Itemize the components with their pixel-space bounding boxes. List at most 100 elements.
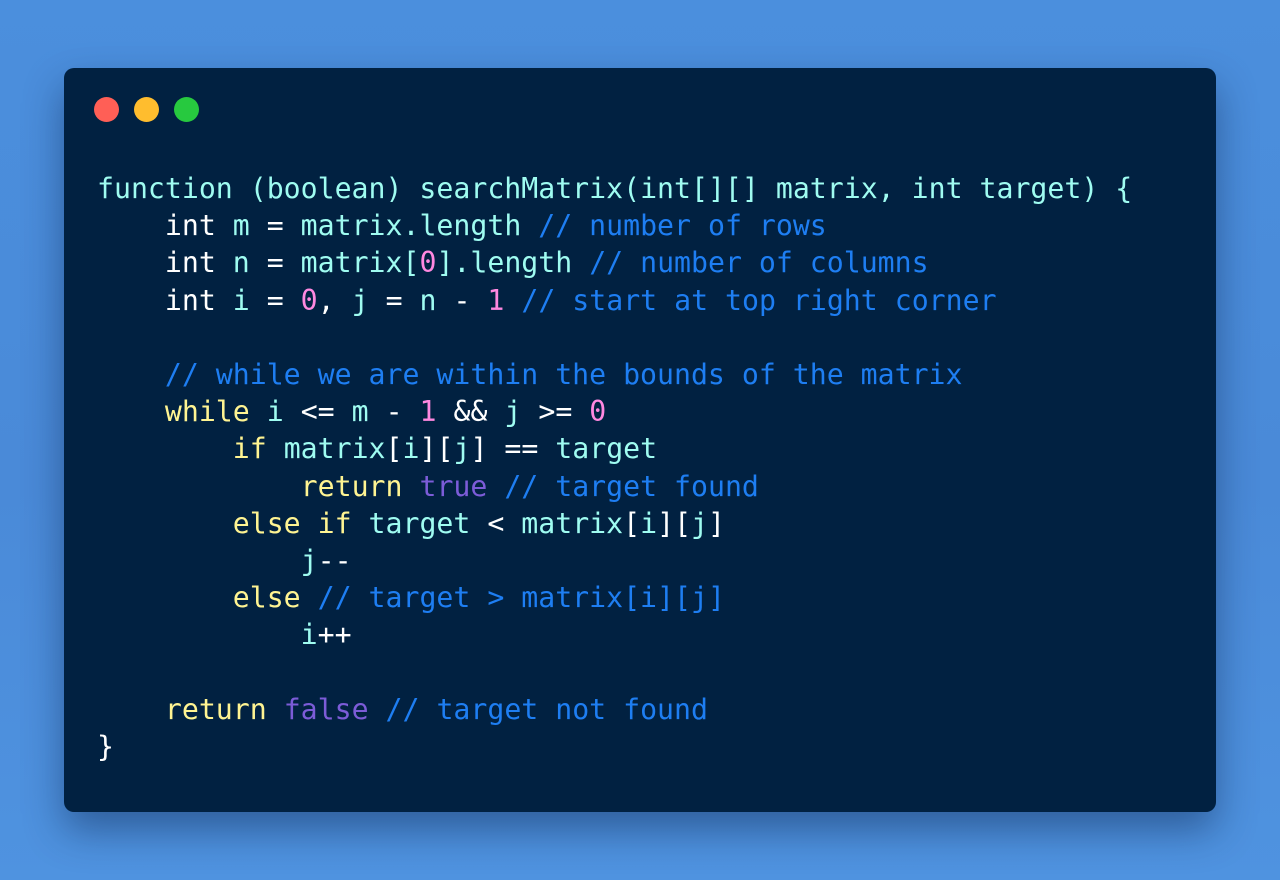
code-token-number: 0: [419, 246, 437, 280]
code-token-ident: i: [300, 618, 318, 652]
code-token-ident: matrix: [775, 172, 878, 205]
code-token-comment: // target > matrix[i][j]: [300, 581, 725, 615]
code-line: i++: [97, 616, 1132, 653]
code-token-ident: matrix: [283, 432, 386, 466]
code-token-keyword: else: [232, 581, 301, 615]
code-token-ident: int: [640, 172, 691, 205]
code-token-comment: // number of rows: [521, 209, 827, 243]
code-line: int i = 0, j = n - 1 // start at top rig…: [97, 282, 1132, 319]
code-token-ident: int: [911, 172, 963, 205]
code-token-ident: function (boolean) searchMatrix(: [97, 172, 641, 205]
code-token-ident: j: [691, 506, 709, 540]
code-token-ident: n: [419, 283, 437, 317]
code-line: else // target > matrix[i][j]: [97, 579, 1132, 616]
code-token-ident: j: [504, 395, 522, 429]
code-token-plain: ][: [419, 432, 454, 466]
code-token-plain: =: [368, 283, 420, 317]
code-token-comment: // start at top right corner: [504, 283, 997, 317]
code-token-plain: <=: [283, 395, 352, 429]
code-token-ident: matrix.length: [300, 209, 522, 243]
code-token-comment: // while we are within the bounds of the…: [97, 357, 963, 391]
code-token-ident: target: [555, 432, 658, 466]
code-token-plain: }: [97, 729, 114, 763]
code-block: function (boolean) searchMatrix(int[][] …: [97, 170, 1132, 765]
code-token-literal: false: [283, 692, 369, 726]
code-token-plain: ] ==: [470, 432, 556, 466]
code-token-plain: [: [385, 432, 403, 466]
code-token-ident: matrix: [521, 506, 624, 540]
code-token-plain: ,: [317, 283, 352, 317]
code-token-plain: =: [249, 246, 301, 280]
code-token-ident: target) {: [962, 172, 1133, 205]
code-token-keyword: else if: [232, 506, 352, 540]
code-line: }: [97, 728, 1132, 765]
code-token-number: 1: [419, 395, 437, 429]
code-token-keyword: return: [300, 469, 403, 503]
code-line: return false // target not found: [97, 691, 1132, 728]
window-controls: [94, 97, 199, 122]
code-token-literal: true: [419, 469, 488, 503]
code-token-plain: int: [97, 246, 233, 280]
code-line: if matrix[i][j] == target: [97, 430, 1132, 467]
code-token-plain: =: [249, 283, 301, 317]
code-window: function (boolean) searchMatrix(int[][] …: [64, 68, 1216, 812]
code-line: else if target < matrix[i][j]: [97, 505, 1132, 542]
maximize-dot-icon[interactable]: [174, 97, 199, 122]
code-token-keyword: while: [164, 395, 250, 429]
code-token-ident: j: [300, 543, 318, 577]
code-token-ident: j: [351, 283, 369, 317]
code-token-plain: -: [436, 283, 488, 317]
code-token-plain: >=: [521, 395, 590, 429]
code-token-plain: -: [368, 395, 420, 429]
code-token-plain: ++: [317, 618, 352, 652]
code-token-number: 1: [487, 283, 505, 317]
code-line: // while we are within the bounds of the…: [97, 356, 1132, 393]
code-token-plain: ][: [657, 506, 692, 540]
code-token-ident: n: [232, 246, 250, 280]
code-token-ident: i: [402, 432, 420, 466]
code-token-ident: ].length: [436, 246, 573, 280]
code-token-plain: ]: [708, 506, 726, 540]
code-line: while i <= m - 1 && j >= 0: [97, 393, 1132, 430]
code-token-comment: // target not found: [368, 692, 708, 726]
code-token-plain: --: [317, 543, 352, 577]
code-token-plain: int: [97, 283, 233, 317]
code-token-ident: i: [266, 395, 284, 429]
code-line: j--: [97, 542, 1132, 579]
close-dot-icon[interactable]: [94, 97, 119, 122]
code-token-plain: [: [623, 506, 641, 540]
code-token-number: 0: [300, 283, 318, 317]
code-token-number: 0: [589, 395, 607, 429]
code-token-keyword: if: [232, 432, 267, 466]
code-line: int n = matrix[0].length // number of co…: [97, 244, 1132, 281]
code-token-ident: ,: [877, 172, 912, 205]
code-token-ident: [][]: [690, 172, 776, 205]
code-token-comment: // number of columns: [572, 246, 929, 280]
code-token-plain: &&: [436, 395, 505, 429]
code-token-ident: m: [232, 209, 250, 243]
code-token-keyword: return: [164, 692, 267, 726]
code-line: int m = matrix.length // number of rows: [97, 207, 1132, 244]
code-token-ident: m: [351, 395, 369, 429]
code-token-ident: matrix[: [300, 246, 420, 280]
code-token-comment: // target found: [487, 469, 759, 503]
code-token-ident: i: [640, 506, 658, 540]
minimize-dot-icon[interactable]: [134, 97, 159, 122]
code-line: return true // target found: [97, 468, 1132, 505]
code-token-plain: int: [97, 209, 233, 243]
